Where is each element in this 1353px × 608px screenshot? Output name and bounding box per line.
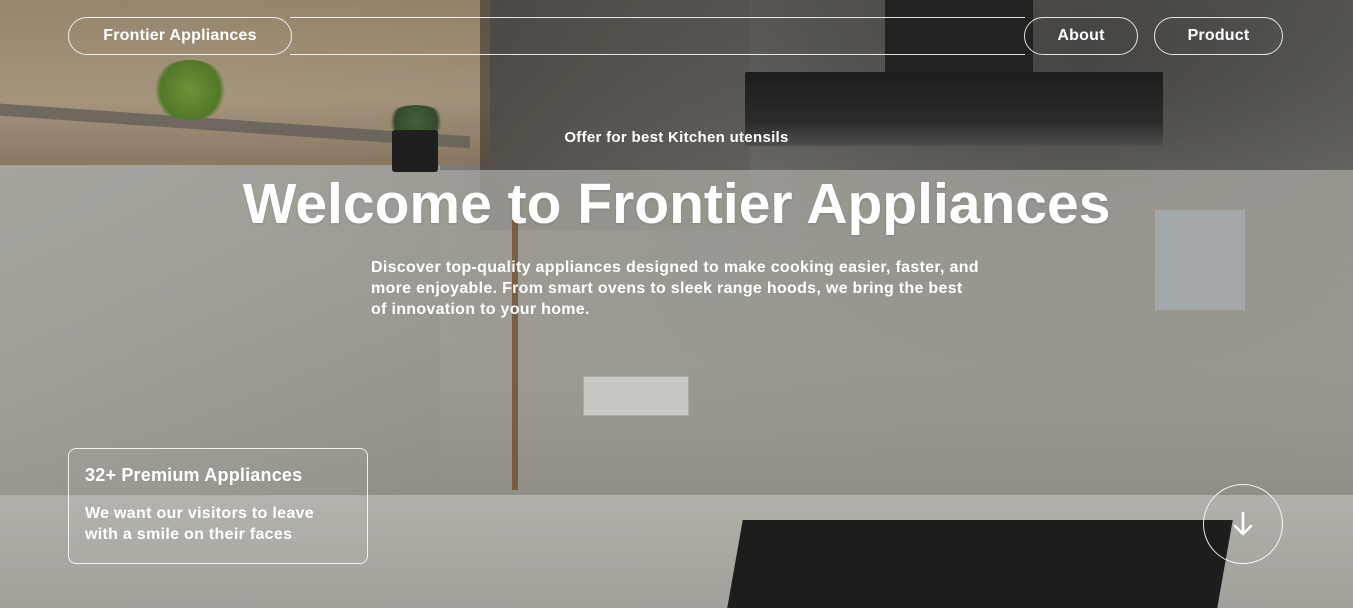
brand-logo-link[interactable]: Frontier Appliances (68, 17, 292, 55)
arrow-down-icon (1233, 511, 1253, 536)
stats-card: 32+ Premium Appliances We want our visit… (68, 448, 368, 564)
nav-product-link[interactable]: Product (1154, 17, 1283, 55)
nav-about-link[interactable]: About (1024, 17, 1138, 55)
stats-card-text: We want our visitors to leave with a smi… (85, 505, 314, 543)
hero-eyebrow: Offer for best Kitchen utensils (564, 129, 789, 146)
scroll-down-button[interactable] (1203, 484, 1283, 564)
stats-card-title: 32+ Premium Appliances (85, 465, 303, 485)
hero-headline: Welcome to Frontier Appliances (242, 172, 1111, 236)
nav-border-top (290, 17, 1025, 18)
nav-border-bottom (290, 54, 1025, 55)
hero-description: Discover top-quality appliances designed… (371, 259, 979, 318)
